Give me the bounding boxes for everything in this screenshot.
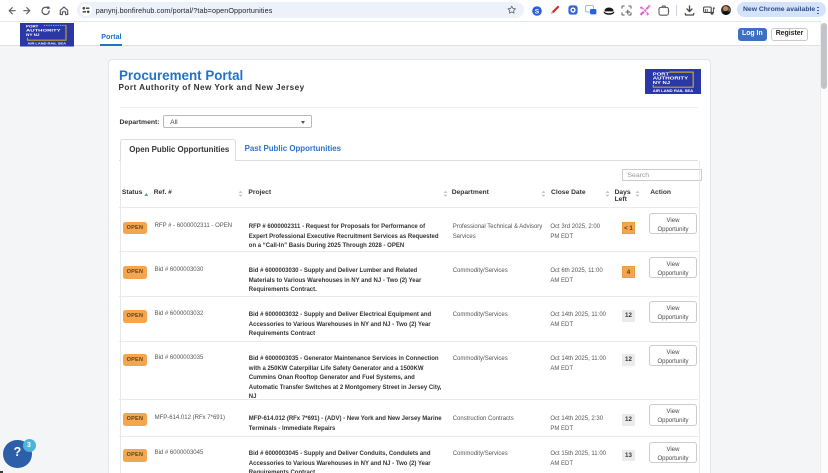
svg-text:NY NJ: NY NJ <box>26 32 40 37</box>
svg-text:AIR LAND RAIL SEA: AIR LAND RAIL SEA <box>27 42 66 46</box>
svg-text:S: S <box>534 8 539 15</box>
svg-text:NY NJ: NY NJ <box>652 80 670 86</box>
svg-text:AIR LAND RAIL SEA: AIR LAND RAIL SEA <box>652 89 693 93</box>
